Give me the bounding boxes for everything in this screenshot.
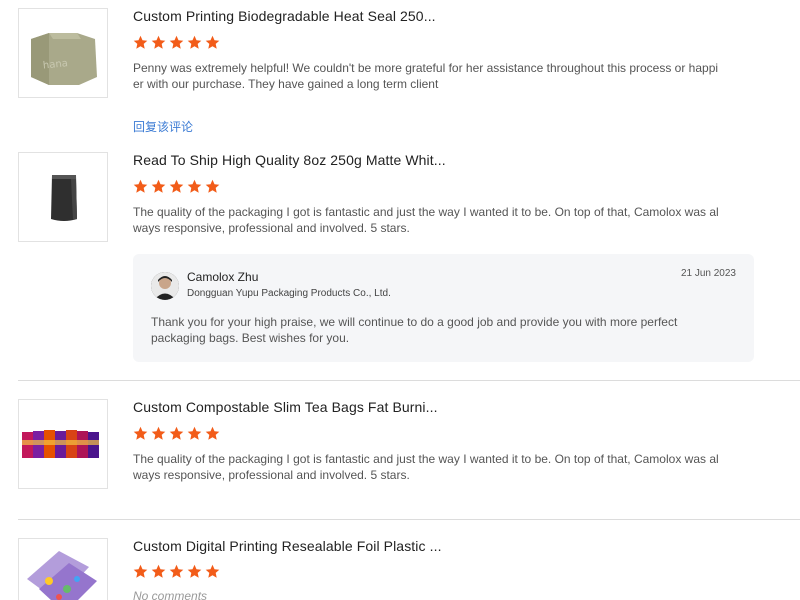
product-thumbnail[interactable] [18, 538, 108, 600]
product-thumbnail[interactable] [18, 152, 108, 242]
product-title[interactable]: Custom Digital Printing Resealable Foil … [133, 538, 442, 554]
product-thumbnail[interactable]: hana [18, 8, 108, 98]
rating-stars [133, 35, 220, 51]
review-text: No comments [133, 589, 208, 600]
kraft-pouch-image: hana [19, 9, 107, 97]
seller-company: Dongguan Yupu Packaging Products Co., Lt… [187, 288, 391, 299]
star-icon [169, 564, 184, 578]
seller-reply: Camolox Zhu Dongguan Yupu Packaging Prod… [133, 254, 754, 362]
rating-stars [133, 564, 220, 580]
star-icon [187, 179, 202, 193]
divider [18, 519, 800, 520]
star-icon [205, 564, 220, 578]
star-icon [133, 179, 148, 193]
reply-review-link[interactable]: 回复该评论 [133, 118, 193, 135]
divider [18, 380, 800, 381]
review-text: Penny was extremely helpful! We couldn't… [133, 61, 719, 91]
seller-reply-text: Thank you for your high praise, we will … [151, 315, 678, 345]
rating-stars [133, 179, 220, 195]
reply-date: 21 Jun 2023 [680, 268, 736, 279]
foil-bags-image [19, 539, 107, 600]
star-icon [151, 35, 166, 49]
star-icon [169, 179, 184, 193]
star-icon [151, 564, 166, 578]
star-icon [133, 35, 148, 49]
tea-bags-row-image [19, 400, 107, 488]
star-icon [205, 179, 220, 193]
star-icon [151, 179, 166, 193]
star-icon [205, 35, 220, 49]
black-stand-up-pouch-image [19, 153, 107, 241]
product-thumbnail[interactable] [18, 399, 108, 489]
star-icon [169, 35, 184, 49]
star-icon [187, 35, 202, 49]
rating-stars [133, 426, 220, 442]
star-icon [187, 426, 202, 440]
star-icon [187, 564, 202, 578]
seller-name: Camolox Zhu [187, 270, 259, 284]
product-title[interactable]: Custom Printing Biodegradable Heat Seal … [133, 8, 436, 24]
product-title[interactable]: Read To Ship High Quality 8oz 250g Matte… [133, 152, 446, 168]
star-icon [133, 426, 148, 440]
review-text: The quality of the packaging I got is fa… [133, 205, 719, 235]
star-icon [205, 426, 220, 440]
review-text: The quality of the packaging I got is fa… [133, 452, 719, 482]
avatar [151, 272, 179, 300]
star-icon [169, 426, 184, 440]
star-icon [133, 564, 148, 578]
star-icon [151, 426, 166, 440]
product-title[interactable]: Custom Compostable Slim Tea Bags Fat Bur… [133, 399, 438, 415]
